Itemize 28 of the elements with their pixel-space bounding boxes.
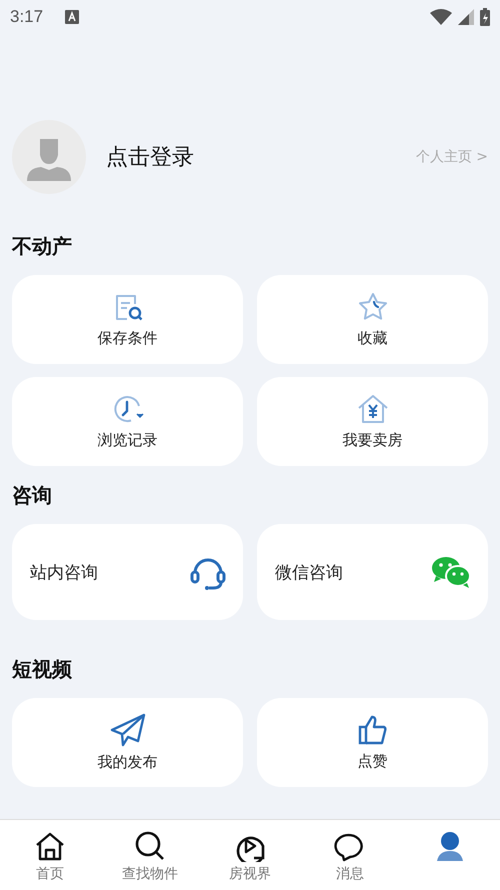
tab-item[interactable]: 房视界 xyxy=(200,820,300,890)
home-icon xyxy=(34,830,66,862)
menu-card[interactable]: 我要卖房 xyxy=(257,377,488,466)
chat-icon xyxy=(430,554,472,590)
section-title: 咨询 xyxy=(12,482,53,508)
tab-item[interactable]: 查找物件 xyxy=(100,820,200,890)
menu-card[interactable]: 保存条件 xyxy=(12,275,243,364)
login-link[interactable]: 点击登录 xyxy=(106,142,416,172)
tab-item[interactable]: 消息 xyxy=(300,820,400,890)
paper-plane-icon xyxy=(110,713,146,747)
battery-icon xyxy=(480,8,490,26)
clock-time: 3:17 xyxy=(10,7,44,27)
section-title: 短视频 xyxy=(12,656,73,682)
notification-icon xyxy=(65,10,80,24)
menu-card[interactable]: 我的发布 xyxy=(12,698,243,787)
menu-card[interactable]: 站内咨询 xyxy=(12,524,243,620)
person-icon xyxy=(434,830,466,862)
section-title: 不动产 xyxy=(12,232,73,260)
menu-card[interactable]: 浏览记录 xyxy=(12,377,243,466)
menu-card[interactable]: 微信咨询 xyxy=(257,524,488,620)
search-icon xyxy=(134,830,166,862)
thumbs-up-icon xyxy=(356,714,388,746)
wifi-icon xyxy=(430,9,452,25)
tab-item[interactable]: 首页 xyxy=(0,820,100,890)
signal-icon xyxy=(458,9,474,25)
menu-card[interactable]: 点赞 xyxy=(257,698,488,787)
house-icon xyxy=(356,393,390,425)
menu-card[interactable]: 收藏 xyxy=(257,275,488,364)
